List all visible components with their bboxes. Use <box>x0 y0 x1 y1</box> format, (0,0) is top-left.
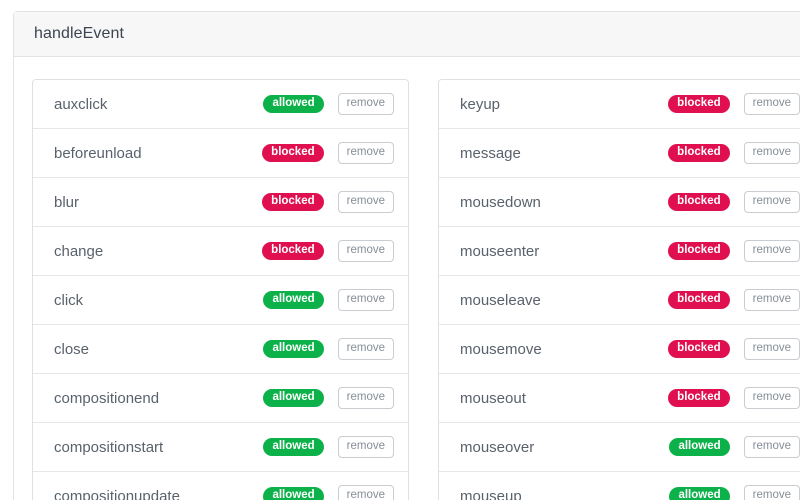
event-name-label: auxclick <box>54 95 108 113</box>
table-row: mousedown blocked remove <box>439 178 800 227</box>
table-row: mouseenter blocked remove <box>439 227 800 276</box>
remove-button[interactable]: remove <box>337 92 394 116</box>
handle-event-card: handleEvent auxclick allowed remove beforeu… <box>13 11 800 500</box>
status-badge: allowed <box>263 290 324 310</box>
table-row: mouseleave blocked remove <box>439 276 800 325</box>
event-name-label: compositionstart <box>54 438 164 456</box>
remove-button[interactable]: remove <box>337 435 394 459</box>
status-badge: blocked <box>668 339 730 359</box>
remove-button[interactable]: remove <box>743 386 800 410</box>
status-badge: blocked <box>262 143 324 163</box>
status-badge: allowed <box>669 437 730 457</box>
remove-button[interactable]: remove <box>743 190 800 214</box>
table-row: compositionstart allowed remove <box>33 423 408 472</box>
status-badge: blocked <box>668 290 730 310</box>
table-row: mousemove blocked remove <box>439 325 800 374</box>
app-root: handleEvent auxclick allowed remove beforeu… <box>0 0 800 500</box>
table-row: keyup blocked remove <box>439 80 800 129</box>
event-name-label: blur <box>54 193 80 211</box>
remove-button[interactable]: remove <box>337 386 394 410</box>
event-columns: auxclick allowed remove beforeunload blocked… <box>32 79 800 500</box>
remove-button[interactable]: remove <box>337 190 394 214</box>
table-row: mouseup allowed remove <box>439 472 800 500</box>
status-badge: allowed <box>263 94 324 114</box>
table-row: auxclick allowed remove <box>33 80 408 129</box>
remove-button[interactable]: remove <box>743 435 800 459</box>
event-name-label: mouseover <box>460 438 535 456</box>
event-name-label: mouseleave <box>460 291 541 309</box>
status-badge: blocked <box>668 143 730 163</box>
remove-button[interactable]: remove <box>743 141 800 165</box>
status-badge: allowed <box>263 487 324 500</box>
status-badge: allowed <box>263 437 324 457</box>
card-body: auxclick allowed remove beforeunload blocked… <box>14 57 800 500</box>
remove-button[interactable]: remove <box>743 239 800 263</box>
table-row: message blocked remove <box>439 129 800 178</box>
event-name-label: mouseenter <box>460 242 540 260</box>
event-name-label: mousedown <box>460 193 541 211</box>
event-name-label: close <box>54 340 90 358</box>
remove-button[interactable]: remove <box>743 288 800 312</box>
table-row: mouseover allowed remove <box>439 423 800 472</box>
event-list-left: auxclick allowed remove beforeunload blocked… <box>32 79 409 500</box>
table-row: beforeunload blocked remove <box>33 129 408 178</box>
event-name-label: message <box>460 144 521 162</box>
event-name-label: keyup <box>460 95 501 113</box>
event-list-right: keyup blocked remove message blocked remove mo… <box>438 79 800 500</box>
event-name-label: mouseout <box>460 389 526 407</box>
status-badge: allowed <box>263 339 324 359</box>
status-badge: blocked <box>668 192 730 212</box>
remove-button[interactable]: remove <box>337 485 394 500</box>
table-row: change blocked remove <box>33 227 408 276</box>
page-title: handleEvent <box>34 25 125 42</box>
status-badge: blocked <box>262 192 324 212</box>
card-header: handleEvent <box>14 12 800 57</box>
status-badge: blocked <box>262 241 324 261</box>
remove-button[interactable]: remove <box>337 288 394 312</box>
remove-button[interactable]: remove <box>743 485 800 500</box>
event-name-label: beforeunload <box>54 144 142 162</box>
table-row: mouseout blocked remove <box>439 374 800 423</box>
event-name-label: mouseup <box>460 488 522 500</box>
status-badge: blocked <box>668 241 730 261</box>
event-name-label: mousemove <box>460 340 542 358</box>
status-badge: blocked <box>668 388 730 408</box>
table-row: compositionend allowed remove <box>33 374 408 423</box>
remove-button[interactable]: remove <box>337 239 394 263</box>
status-badge: allowed <box>669 487 730 500</box>
event-name-label: compositionupdate <box>54 488 180 500</box>
table-row: compositionupdate allowed remove <box>33 472 408 500</box>
remove-button[interactable]: remove <box>743 92 800 116</box>
remove-button[interactable]: remove <box>337 337 394 361</box>
event-name-label: click <box>54 291 84 309</box>
remove-button[interactable]: remove <box>337 141 394 165</box>
table-row: click allowed remove <box>33 276 408 325</box>
status-badge: blocked <box>668 94 730 114</box>
table-row: blur blocked remove <box>33 178 408 227</box>
table-row: close allowed remove <box>33 325 408 374</box>
status-badge: allowed <box>263 388 324 408</box>
event-name-label: compositionend <box>54 389 160 407</box>
event-name-label: change <box>54 242 104 260</box>
remove-button[interactable]: remove <box>743 337 800 361</box>
